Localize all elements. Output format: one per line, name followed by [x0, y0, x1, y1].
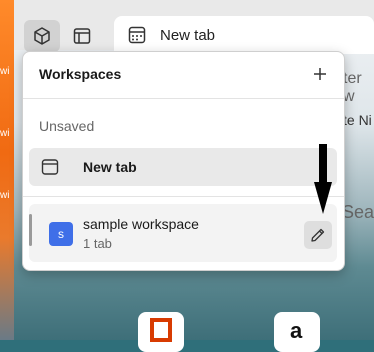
ntp-search-peek: Sear — [342, 202, 374, 222]
svg-text:a: a — [290, 318, 303, 342]
unsaved-new-tab-item[interactable]: New tab — [29, 148, 337, 186]
panel-title: Workspaces — [39, 66, 122, 82]
pencil-icon — [311, 228, 325, 242]
workspace-avatar: s — [49, 222, 73, 246]
browser-window-icon — [41, 158, 59, 181]
new-tab-page-icon — [128, 26, 146, 44]
workspaces-panel: Workspaces Unsaved New tab s sample work… — [22, 51, 345, 271]
unsaved-section-label: Unsaved — [39, 118, 95, 134]
ntp-text-peek: te Ni — [343, 112, 372, 128]
divider — [23, 196, 344, 197]
tab-actions-icon — [73, 28, 91, 44]
office-icon — [150, 318, 172, 342]
workspace-name: sample workspace — [83, 216, 199, 232]
desktop-icon-label: wi — [0, 128, 10, 139]
selection-indicator — [29, 214, 32, 246]
browser-tab[interactable]: New tab — [114, 16, 374, 54]
panel-header: Workspaces — [23, 52, 344, 99]
workspace-item[interactable]: s sample workspace 1 tab — [29, 204, 337, 262]
amazon-icon: a — [290, 318, 303, 343]
quick-link-amazon[interactable]: a — [274, 312, 320, 352]
ntp-text-peek: ter w — [343, 70, 362, 105]
quick-link-office[interactable] — [138, 312, 184, 352]
workspaces-button[interactable] — [24, 20, 60, 52]
plus-icon — [314, 68, 326, 80]
edit-workspace-button[interactable] — [304, 221, 332, 249]
annotation-arrow-icon — [314, 144, 332, 214]
workspace-tab-count: 1 tab — [83, 236, 112, 251]
add-workspace-button[interactable] — [308, 62, 332, 86]
desktop-wallpaper: wi wi wi — [0, 0, 14, 340]
unsaved-item-label: New tab — [83, 159, 137, 175]
tab-title: New tab — [160, 26, 216, 44]
tab-actions-button[interactable] — [64, 20, 100, 52]
desktop-icon-label: wi — [0, 190, 10, 201]
desktop-icon-label: wi — [0, 66, 10, 77]
workspaces-icon — [34, 27, 50, 45]
